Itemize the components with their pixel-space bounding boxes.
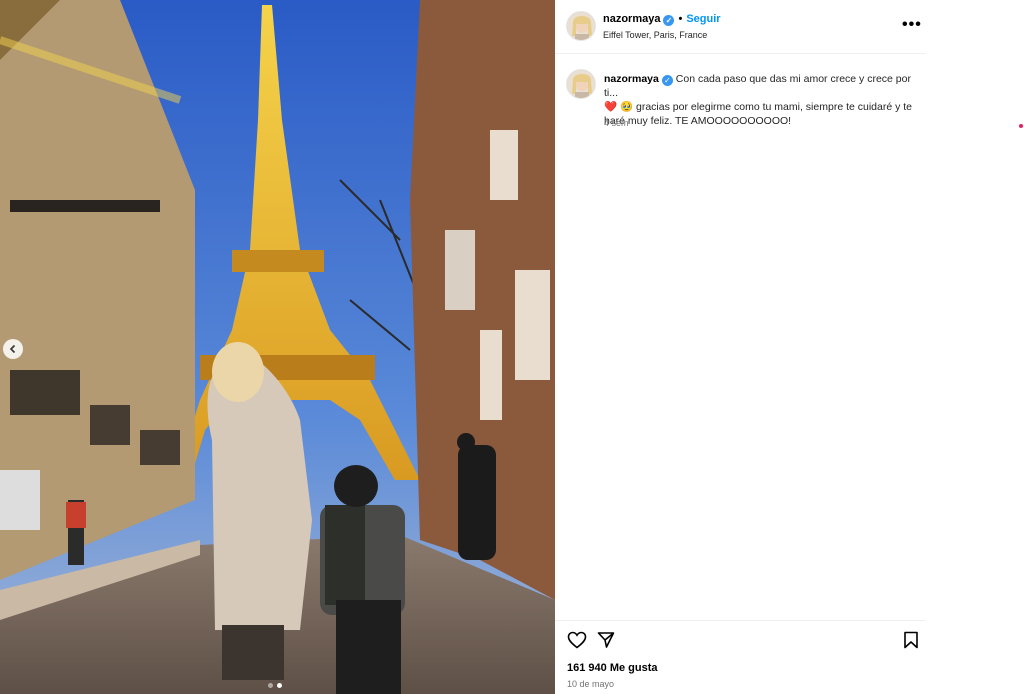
- instagram-post-view: nazormaya ✓ • Seguir Eiffel Tower, Paris, F…: [0, 0, 1024, 694]
- verified-badge-icon: ✓: [663, 15, 675, 26]
- username-link[interactable]: nazormaya: [603, 13, 660, 25]
- post-details-panel: nazormaya ✓ • Seguir Eiffel Tower, Paris, F…: [555, 0, 926, 694]
- post-date: 10 de mayo: [567, 679, 615, 689]
- notification-dot: [1019, 124, 1023, 128]
- carousel-indicator: [268, 683, 282, 688]
- post-photo[interactable]: [0, 0, 555, 694]
- heart-emoji: ❤️: [604, 101, 618, 113]
- caption-timestamp: 4 sem: [604, 118, 629, 128]
- eiffel-tower-photo: [0, 0, 555, 694]
- chevron-left-icon: [8, 344, 18, 354]
- caption-line-2: gracias por elegirme como tu mami, siemp…: [604, 101, 913, 127]
- bookmark-icon[interactable]: [903, 631, 919, 654]
- location-link[interactable]: Eiffel Tower, Paris, France: [603, 30, 707, 40]
- carousel-dot: [268, 683, 273, 688]
- separator: •: [678, 13, 683, 25]
- post-header: nazormaya ✓ • Seguir Eiffel Tower, Paris, F…: [555, 0, 926, 54]
- caption-text: nazormaya ✓ Con cada paso que das mi amor…: [604, 72, 922, 128]
- share-icon[interactable]: [597, 631, 615, 654]
- carousel-dot-active: [277, 683, 282, 688]
- post-author: nazormaya ✓ • Seguir: [603, 13, 721, 26]
- follow-button[interactable]: Seguir: [686, 13, 720, 25]
- teary-emoji: 🥹: [620, 101, 634, 113]
- like-count[interactable]: 161 940 Me gusta: [567, 662, 658, 674]
- caption-username[interactable]: nazormaya: [604, 73, 659, 85]
- verified-badge-icon: ✓: [661, 75, 673, 86]
- avatar[interactable]: [566, 11, 596, 41]
- avatar[interactable]: [566, 69, 596, 99]
- previous-photo-button[interactable]: [3, 339, 23, 359]
- more-options-icon[interactable]: •••: [902, 16, 922, 34]
- heart-icon[interactable]: [567, 631, 587, 654]
- post-actions: 161 940 Me gusta 10 de mayo: [555, 620, 926, 694]
